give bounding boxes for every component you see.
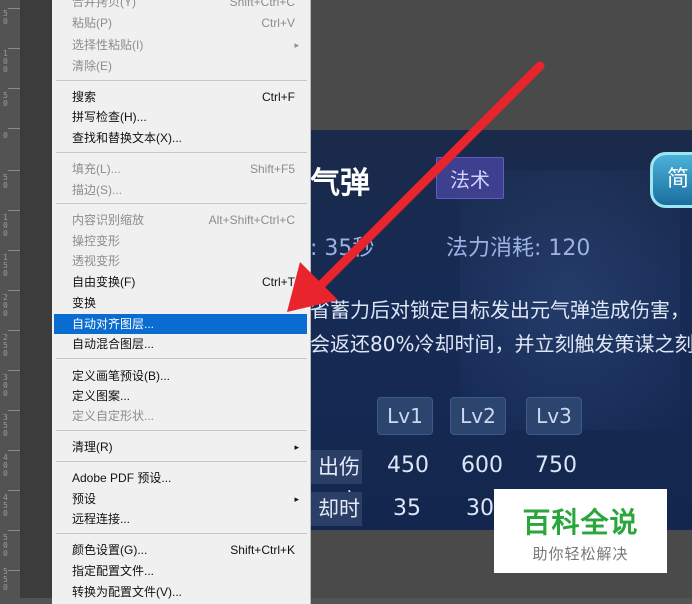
watermark-title: 百科全说 xyxy=(522,506,639,539)
watermark-logo: 百科全说 助你轻松解决 xyxy=(494,489,667,573)
watermark-subtitle: 助你轻松解决 xyxy=(532,545,629,563)
arrow-shaft xyxy=(317,61,545,289)
